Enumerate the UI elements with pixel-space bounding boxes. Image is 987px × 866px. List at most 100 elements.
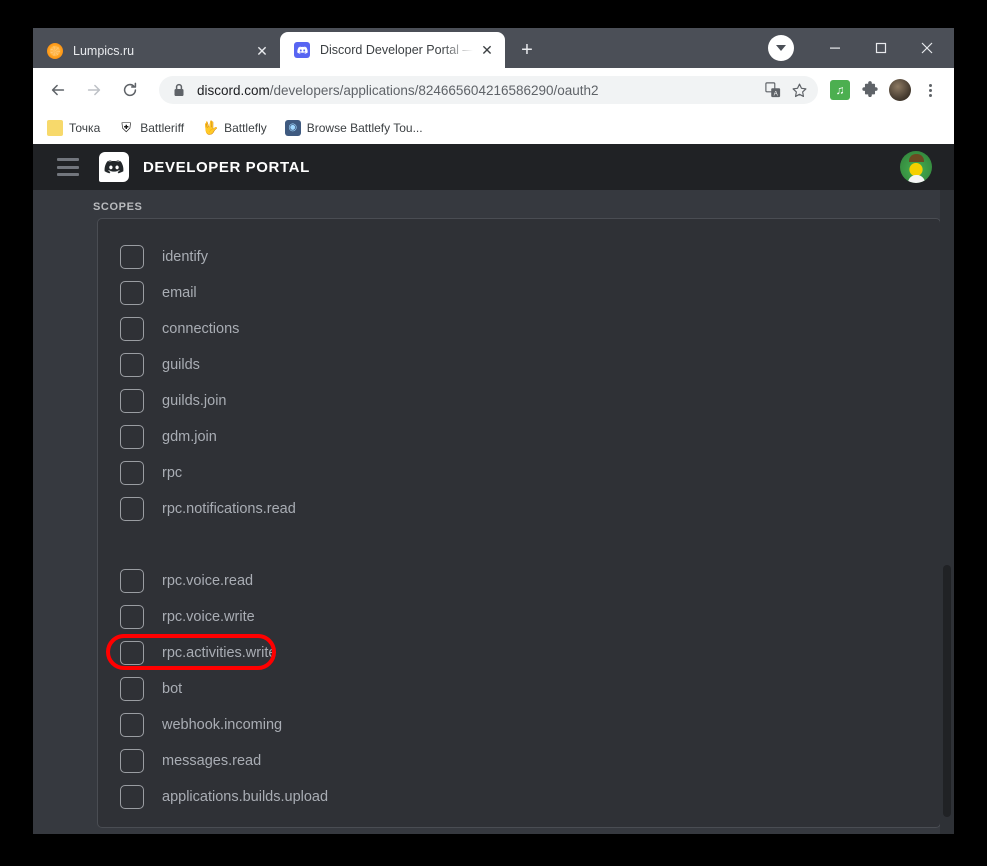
scope-row[interactable]: rpc.notifications.read: [98, 491, 940, 527]
scope-label: bot: [162, 681, 182, 697]
scope-row-spacer: [98, 527, 940, 563]
scope-label: webhook.incoming: [162, 717, 282, 733]
avatar: [889, 79, 911, 101]
scrollbar-thumb[interactable]: [943, 565, 951, 817]
scope-label: guilds: [162, 357, 200, 373]
bookmark-battlefly[interactable]: 🖖 Battlefly: [194, 116, 275, 140]
music-extension-icon[interactable]: ♫: [826, 76, 854, 104]
bookmark-tochka[interactable]: Точка: [39, 116, 108, 140]
scopes-section-label: SCOPES: [93, 201, 142, 213]
wing-icon: 🖖: [202, 120, 218, 136]
checkbox-icon[interactable]: [120, 281, 144, 305]
lock-icon: [173, 83, 185, 97]
discord-logo-icon: [99, 152, 129, 182]
scope-label: email: [162, 285, 197, 301]
browser-tab-lumpics[interactable]: Lumpics.ru ✕: [33, 34, 280, 68]
forward-button[interactable]: [79, 75, 109, 105]
page-title: DEVELOPER PORTAL: [143, 159, 310, 176]
scope-label: rpc.voice.read: [162, 573, 253, 589]
checkbox-icon[interactable]: [120, 605, 144, 629]
checkbox-icon[interactable]: [120, 677, 144, 701]
star-icon[interactable]: [786, 77, 812, 103]
scope-row[interactable]: guilds.join: [98, 383, 940, 419]
scope-row[interactable]: rpc.activities.write: [98, 635, 940, 671]
reload-button[interactable]: [115, 75, 145, 105]
url-host: discord.com: [197, 83, 270, 98]
checkbox-icon[interactable]: [120, 389, 144, 413]
hamburger-menu-icon[interactable]: [57, 158, 79, 176]
scope-row[interactable]: bot: [98, 671, 940, 707]
scope-label: rpc: [162, 465, 182, 481]
profile-chip-icon[interactable]: [768, 35, 794, 61]
minimize-button[interactable]: [812, 28, 858, 68]
bookmark-browse-battlefy[interactable]: ◉ Browse Battlefy Tou...: [277, 116, 431, 140]
scope-label: guilds.join: [162, 393, 227, 409]
browser-profile-avatar[interactable]: [886, 76, 914, 104]
maximize-button[interactable]: [858, 28, 904, 68]
url-text: discord.com/developers/applications/8246…: [197, 83, 760, 98]
close-icon[interactable]: ✕: [252, 41, 272, 61]
bookmark-label: Точка: [69, 121, 100, 135]
close-icon[interactable]: ✕: [477, 40, 497, 60]
checkbox-icon[interactable]: [120, 425, 144, 449]
browser-window: Lumpics.ru ✕ Discord Developer Portal — …: [33, 28, 954, 834]
bookmark-label: Browse Battlefy Tou...: [307, 121, 423, 135]
scope-label: messages.read: [162, 753, 261, 769]
scopes-panel: identify email connections guilds guilds.joi…: [97, 218, 941, 828]
browser-toolbar: discord.com/developers/applications/8246…: [33, 68, 954, 112]
new-tab-button[interactable]: +: [513, 36, 541, 64]
developer-portal-header: DEVELOPER PORTAL: [33, 144, 954, 190]
checkbox-icon[interactable]: [120, 497, 144, 521]
scope-row[interactable]: messages.read: [98, 743, 940, 779]
scope-label: rpc.activities.write: [162, 645, 276, 661]
checkbox-icon[interactable]: [120, 641, 144, 665]
back-button[interactable]: [43, 75, 73, 105]
scope-label: applications.builds.upload: [162, 789, 328, 805]
scope-label: rpc.notifications.read: [162, 501, 296, 517]
scope-row[interactable]: rpc.voice.write: [98, 599, 940, 635]
music-note-icon: ♫: [830, 80, 850, 100]
browser-tab-discord[interactable]: Discord Developer Portal — My A ✕: [280, 32, 505, 68]
scope-label: identify: [162, 249, 208, 265]
scope-row[interactable]: rpc.voice.read: [98, 563, 940, 599]
scope-label: connections: [162, 321, 239, 337]
scope-row[interactable]: guilds: [98, 347, 940, 383]
tab-strip: Lumpics.ru ✕ Discord Developer Portal — …: [33, 28, 954, 68]
scope-row[interactable]: identify: [98, 239, 940, 275]
tab-title: Lumpics.ru: [73, 44, 248, 58]
scope-row[interactable]: applications.builds.upload: [98, 779, 940, 815]
orange-slice-icon: [47, 43, 63, 59]
three-dot-menu-icon[interactable]: [916, 76, 944, 104]
window-controls: [768, 28, 954, 68]
scope-row[interactable]: gdm.join: [98, 419, 940, 455]
scopes-list: identify email connections guilds guilds.joi…: [98, 219, 940, 815]
close-window-button[interactable]: [904, 28, 950, 68]
checkbox-icon[interactable]: [120, 317, 144, 341]
checkbox-icon[interactable]: [120, 713, 144, 737]
scope-row[interactable]: rpc: [98, 455, 940, 491]
checkbox-icon[interactable]: [120, 461, 144, 485]
shield-icon: ⛨: [118, 120, 134, 136]
discord-icon: [294, 42, 310, 58]
checkbox-icon[interactable]: [120, 353, 144, 377]
scope-row[interactable]: email: [98, 275, 940, 311]
checkbox-icon[interactable]: [120, 569, 144, 593]
checkbox-icon[interactable]: [120, 749, 144, 773]
page-scrollbar[interactable]: [940, 190, 954, 834]
battlefy-icon: ◉: [285, 120, 301, 136]
scope-label: rpc.voice.write: [162, 609, 255, 625]
bookmarks-bar: Точка ⛨ Battleriff 🖖 Battlefly ◉ Browse …: [33, 112, 954, 144]
bookmark-label: Battleriff: [140, 121, 184, 135]
checkbox-icon[interactable]: [120, 245, 144, 269]
scope-label: gdm.join: [162, 429, 217, 445]
scope-row[interactable]: webhook.incoming: [98, 707, 940, 743]
content-scroll-area: SCOPES identify email connections guilds gui…: [33, 190, 954, 834]
checkbox-icon[interactable]: [120, 785, 144, 809]
puzzle-extensions-icon[interactable]: [856, 76, 884, 104]
user-avatar[interactable]: [900, 151, 932, 183]
translate-icon[interactable]: A: [760, 77, 786, 103]
scope-row[interactable]: connections: [98, 311, 940, 347]
tab-title: Discord Developer Portal — My A: [320, 43, 473, 57]
bookmark-battleriff[interactable]: ⛨ Battleriff: [110, 116, 192, 140]
address-bar[interactable]: discord.com/developers/applications/8246…: [159, 76, 818, 104]
